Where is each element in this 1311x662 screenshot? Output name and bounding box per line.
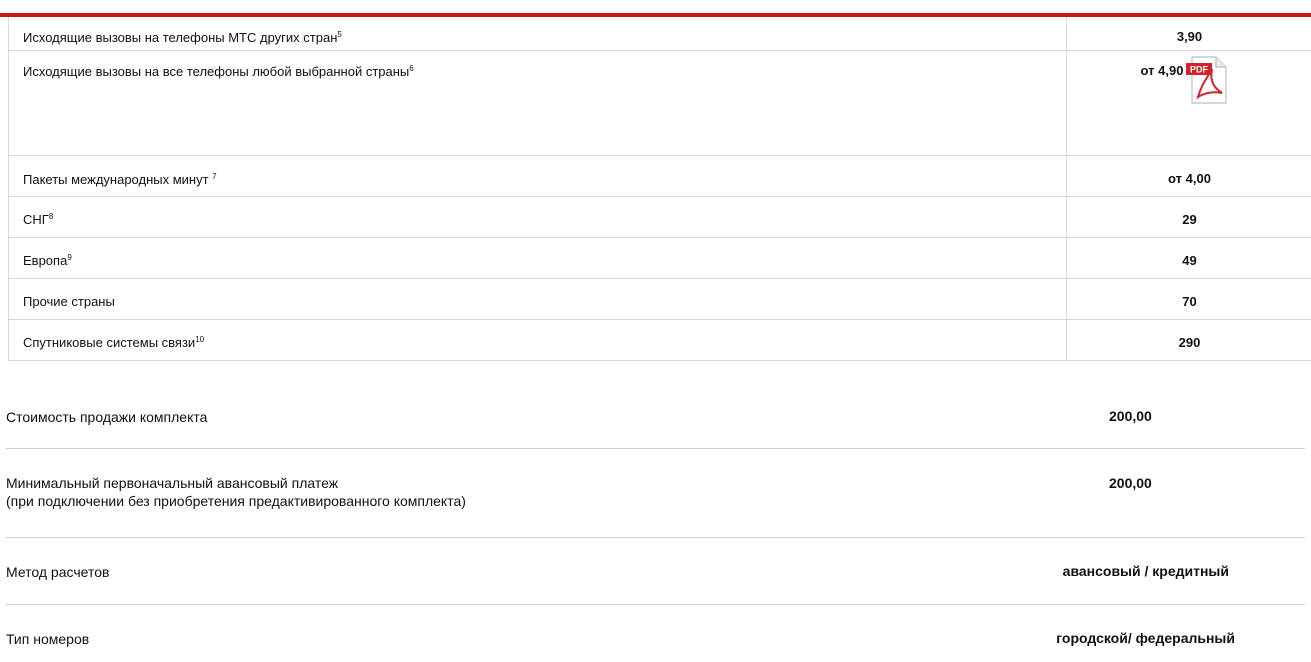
pdf-badge-text: PDF <box>1190 65 1209 75</box>
row-value: 290 <box>1178 335 1201 350</box>
tariff-table: Исходящие вызовы на телефоны МТС других … <box>8 17 1311 361</box>
table-cell-label: Спутниковые системы связи10 <box>9 320 1067 360</box>
table-cell-label: Прочие страны <box>9 279 1067 319</box>
table-row: Исходящие вызовы на все телефоны любой в… <box>9 51 1311 156</box>
row-label: Спутниковые системы связи10 <box>23 335 205 350</box>
kit-price-value: 200,00 <box>1109 408 1152 424</box>
table-row: СНГ8 29 <box>9 197 1311 238</box>
row-label: Прочие страны <box>23 294 115 309</box>
row-value: 70 <box>1182 294 1197 309</box>
table-cell-label: Исходящие вызовы на телефоны МТС других … <box>9 17 1067 50</box>
row-label: Исходящие вызовы на все телефоны любой в… <box>23 64 414 79</box>
number-type-label: Тип номеров <box>6 631 90 647</box>
row-label: СНГ8 <box>23 212 54 227</box>
advance-payment-label: Минимальный первоначальный авансовый пла… <box>6 475 466 509</box>
row-value: от 4,90 <box>1140 63 1184 78</box>
table-cell-label: СНГ8 <box>9 197 1067 237</box>
row-value: 29 <box>1182 212 1197 227</box>
table-row: Прочие страны 70 <box>9 279 1311 320</box>
divider <box>6 448 1305 449</box>
divider <box>6 604 1305 605</box>
row-label: Исходящие вызовы на телефоны МТС других … <box>23 30 342 45</box>
table-cell-label: Европа9 <box>9 238 1067 278</box>
row-label: Европа9 <box>23 253 72 268</box>
row-value: 3,90 <box>1176 29 1203 44</box>
table-cell-label: Пакеты международных минут 7 <box>9 156 1067 196</box>
advance-payment-value: 200,00 <box>1109 475 1152 491</box>
row-label: Пакеты международных минут 7 <box>23 172 217 187</box>
kit-price-label: Стоимость продажи комплекта <box>6 409 208 425</box>
number-type-value: городской/ федеральный <box>1056 630 1235 646</box>
table-cell-label: Исходящие вызовы на все телефоны любой в… <box>9 51 1067 155</box>
pdf-file-icon[interactable]: PDF <box>1186 53 1228 105</box>
table-row: Спутниковые системы связи10 290 <box>9 320 1311 361</box>
table-row: Пакеты международных минут 7 от 4,00 <box>9 156 1311 197</box>
row-value: 49 <box>1182 253 1197 268</box>
table-row: Исходящие вызовы на телефоны МТС других … <box>9 17 1311 51</box>
row-value: от 4,00 <box>1168 171 1211 186</box>
payment-method-label: Метод расчетов <box>6 564 110 580</box>
table-row: Европа9 49 <box>9 238 1311 279</box>
payment-method-value: авансовый / кредитный <box>1062 563 1229 579</box>
divider <box>6 537 1305 538</box>
